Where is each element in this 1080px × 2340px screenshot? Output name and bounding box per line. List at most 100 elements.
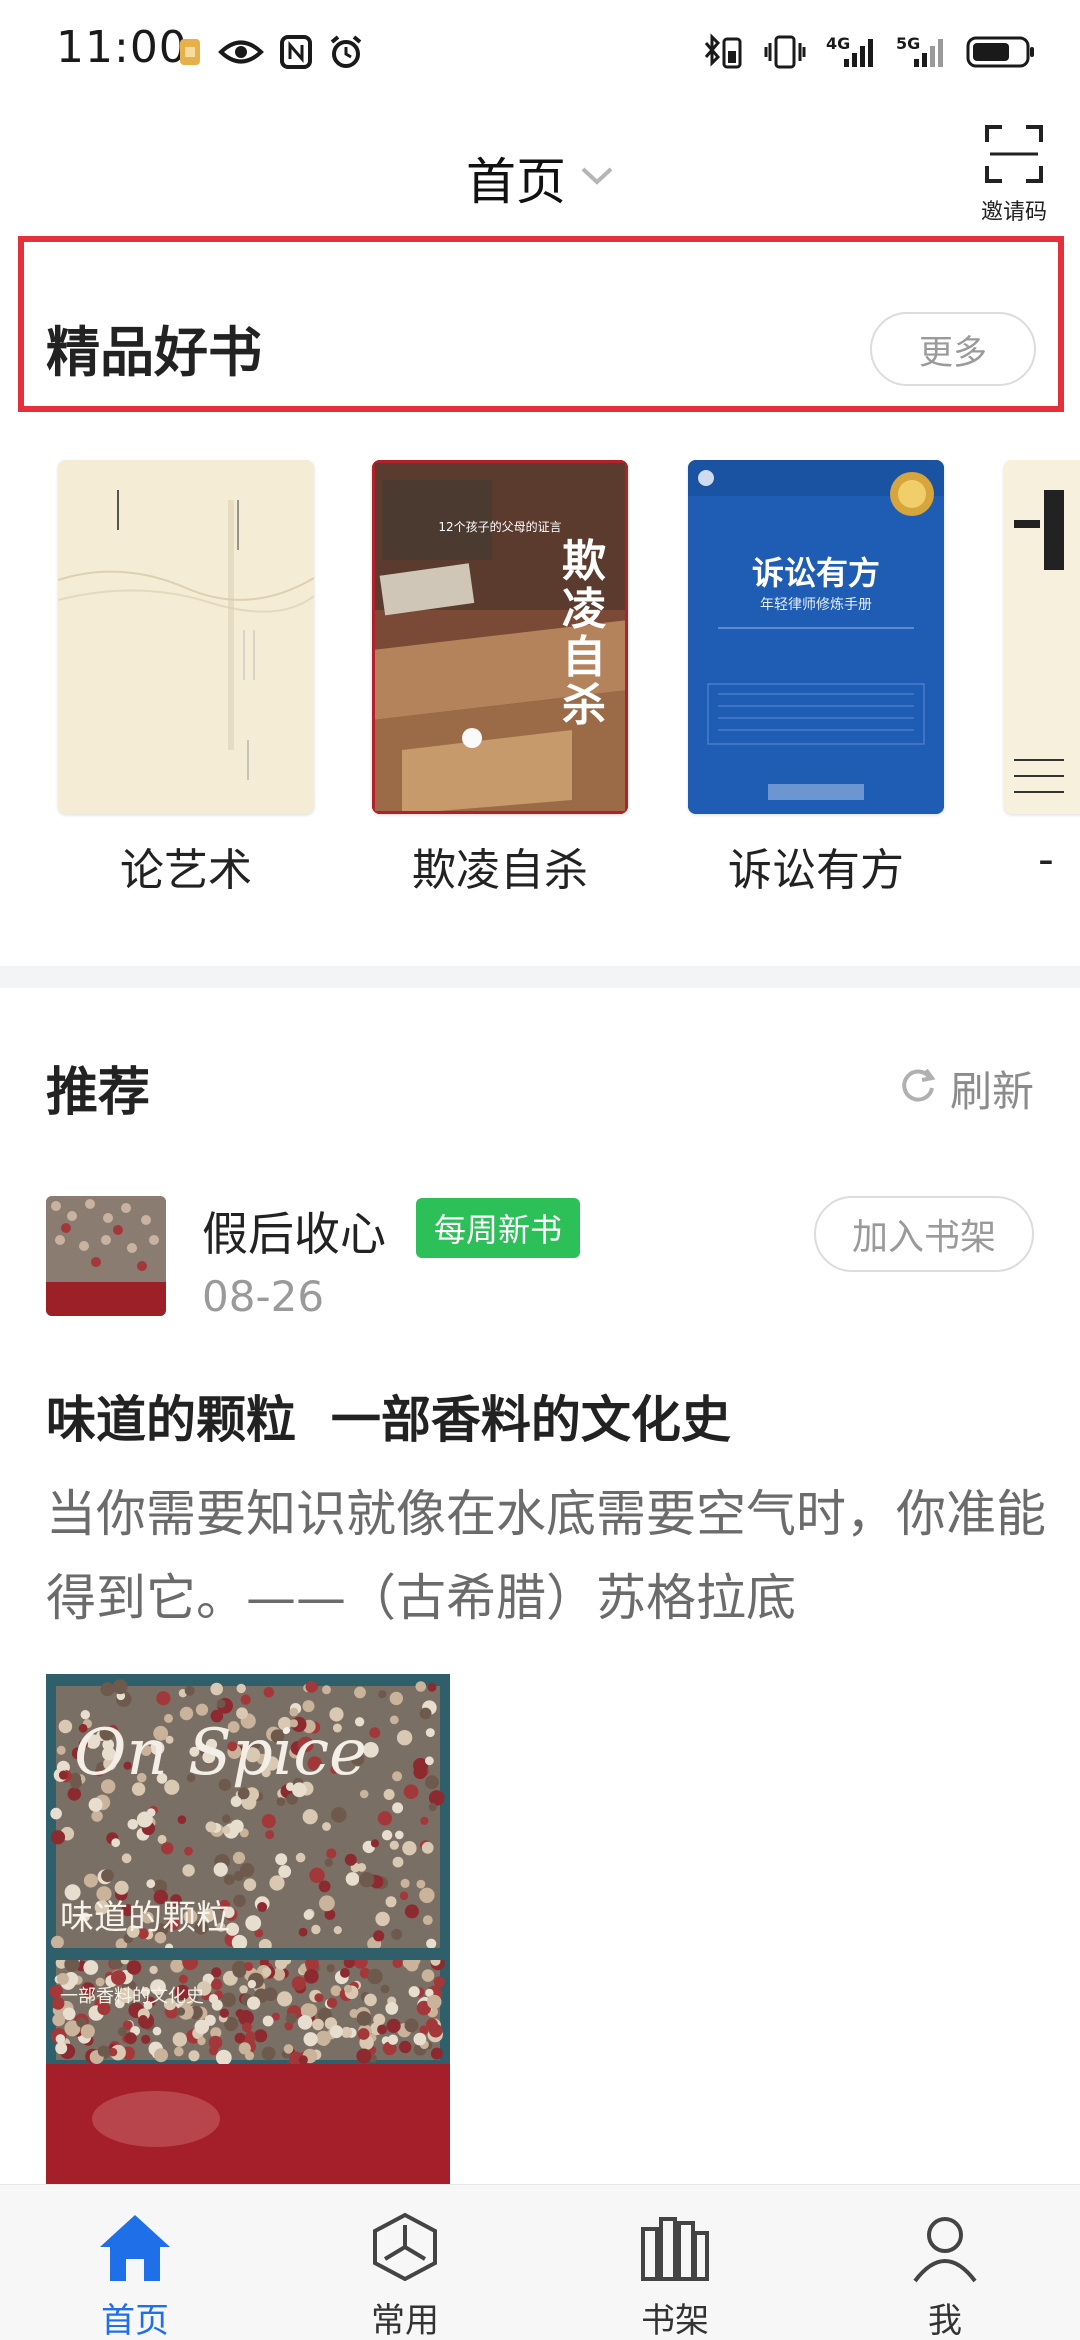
signal-4g-icon: 4G [826,30,876,74]
peppercorn-dot [239,1985,248,1994]
peppercorn-dot [377,1811,393,1826]
peppercorn-dot [205,1821,217,1833]
peppercorn-dot [419,1707,432,1720]
peppercorn-dot [422,1915,433,1925]
peppercorn-dot [56,1972,69,1985]
peppercorn-dot [356,2048,372,2064]
book-title: 欺凌自杀 [412,845,588,896]
peppercorn-dot [149,1965,158,1975]
peppercorn-dot [178,1974,188,1984]
peppercorn-dot [428,1802,437,1812]
peppercorn-dot [396,1730,413,1746]
peppercorn-dot [232,1851,246,1864]
nav-item-common[interactable]: 常用 [270,2185,540,2340]
post-quote: 当你需要知识就像在水底需要空气时，你准能得到它。——（古希腊）苏格拉底 [46,1485,1046,1627]
post-author[interactable]: 假后收心 [202,1198,386,1264]
peppercorn-dot [373,1930,385,1942]
peppercorn-dot [276,1797,286,1806]
peppercorn-dot [184,1846,193,1856]
image-subtitle: 一部香料的文化史 [60,1986,204,2007]
peppercorn-dot [333,1926,342,1935]
home-icon [96,2211,174,2287]
status-bar: 11:00 4G 5G [0,0,1080,106]
peppercorn-dot [298,2055,308,2065]
peppercorn-dot [383,1789,395,1800]
peppercorn-dot [247,1996,261,2010]
peppercorn-dot [386,2018,401,2033]
peppercorn-dot [182,1864,195,1877]
peppercorn-dot [322,1685,331,1695]
featured-books-row: 论艺术 12个孩子的父母的证言 欺凌自杀 欺凌自杀 诉讼有方 年轻律师修炼手册 … [0,460,1080,910]
peppercorn-dot [233,1894,246,1908]
peppercorn-dot [389,1691,403,1706]
avatar[interactable] [46,1196,166,1316]
post-book-image[interactable]: On Spice 味道的颗粒 一部香料的文化史 [46,1674,450,2184]
peppercorn-dot [210,1682,223,1696]
peppercorn-dot [326,1848,337,1859]
peppercorn-dot [427,1682,437,1692]
peppercorn-dot [127,1819,139,1830]
invite-code-button[interactable]: 邀请码 [976,124,1052,226]
peppercorn-dot [404,2018,419,2033]
peppercorn-dot [359,1789,369,1799]
post-date: 08-26 [202,1272,325,1321]
signal-5g-icon: 5G [896,30,946,74]
peppercorn-dot [392,1771,403,1782]
nav-item-home[interactable]: 首页 [0,2185,270,2340]
peppercorn-dot [80,2024,95,2039]
peppercorn-dot [262,2015,274,2027]
refresh-button[interactable]: 刷新 [898,1058,1034,1119]
peppercorn-dot [83,1873,98,1888]
more-button[interactable]: 更多 [870,312,1036,386]
peppercorn-dot [184,1685,195,1696]
peppercorn-dot [326,1997,338,2008]
peppercorn-dot [91,1810,103,1822]
recommend-title: 推荐 [46,1063,151,1123]
peppercorn-dot [302,1809,318,1825]
peppercorn-dot [433,1976,445,1988]
peppercorn-dot [402,1841,417,1856]
peppercorn-dot [223,1874,235,1885]
nav-item-bookshelf[interactable]: 书架 [540,2185,810,2340]
peppercorn-dot [240,1694,251,1705]
peppercorn-dot [399,2040,412,2054]
peppercorn-dot [208,2046,219,2056]
peppercorn-dot [126,1960,142,1975]
peppercorn-dot [380,1984,390,1994]
peppercorn-dot [111,1970,126,1986]
peppercorn-dot [108,2048,118,2057]
peppercorn-dot [197,2036,206,2046]
book-cover [58,460,314,814]
peppercorn-dot [408,1986,420,1998]
peppercorn-dot [56,1745,66,1755]
peppercorn-dot [425,1775,439,1790]
book-card[interactable]: 12个孩子的父母的证言 欺凌自杀 欺凌自杀 [372,460,632,898]
book-card[interactable]: - [1004,460,1080,885]
bottom-nav: 首页 常用 书架 我 [0,2184,1080,2340]
peppercorn-dot [176,2007,186,2016]
peppercorn-dot [114,1880,129,1895]
peppercorn-dot [263,1687,275,1698]
book-cover-title: 诉讼有方 [751,554,880,592]
peppercorn-dot [392,1802,404,1814]
peppercorn-dot [156,1691,171,1706]
peppercorn-dot [425,1728,435,1738]
alarm-icon [328,30,364,74]
peppercorn-dot [340,1968,350,1978]
peppercorn-dot [101,1869,114,1883]
peppercorn-dot [357,2028,370,2040]
add-to-shelf-button[interactable]: 加入书架 [814,1196,1034,1272]
post-headline[interactable]: 味道的颗粒 一部香料的文化史 [46,1380,731,1452]
nav-label: 常用 [371,2301,439,2340]
peppercorn-dot [364,1993,377,2007]
peppercorn-dot [369,1727,381,1739]
peppercorn-dot [331,1807,347,1823]
nav-item-me[interactable]: 我 [810,2185,1080,2340]
peppercorn-dot [420,1816,429,1825]
invite-code-label: 邀请码 [980,200,1047,225]
compass-icon [369,2211,441,2287]
page-switcher[interactable]: 首页 [0,142,1080,214]
book-card[interactable]: 论艺术 [58,460,318,898]
peppercorn-dot [421,1841,434,1854]
book-card[interactable]: 诉讼有方 年轻律师修炼手册 诉讼有方 [688,460,948,898]
